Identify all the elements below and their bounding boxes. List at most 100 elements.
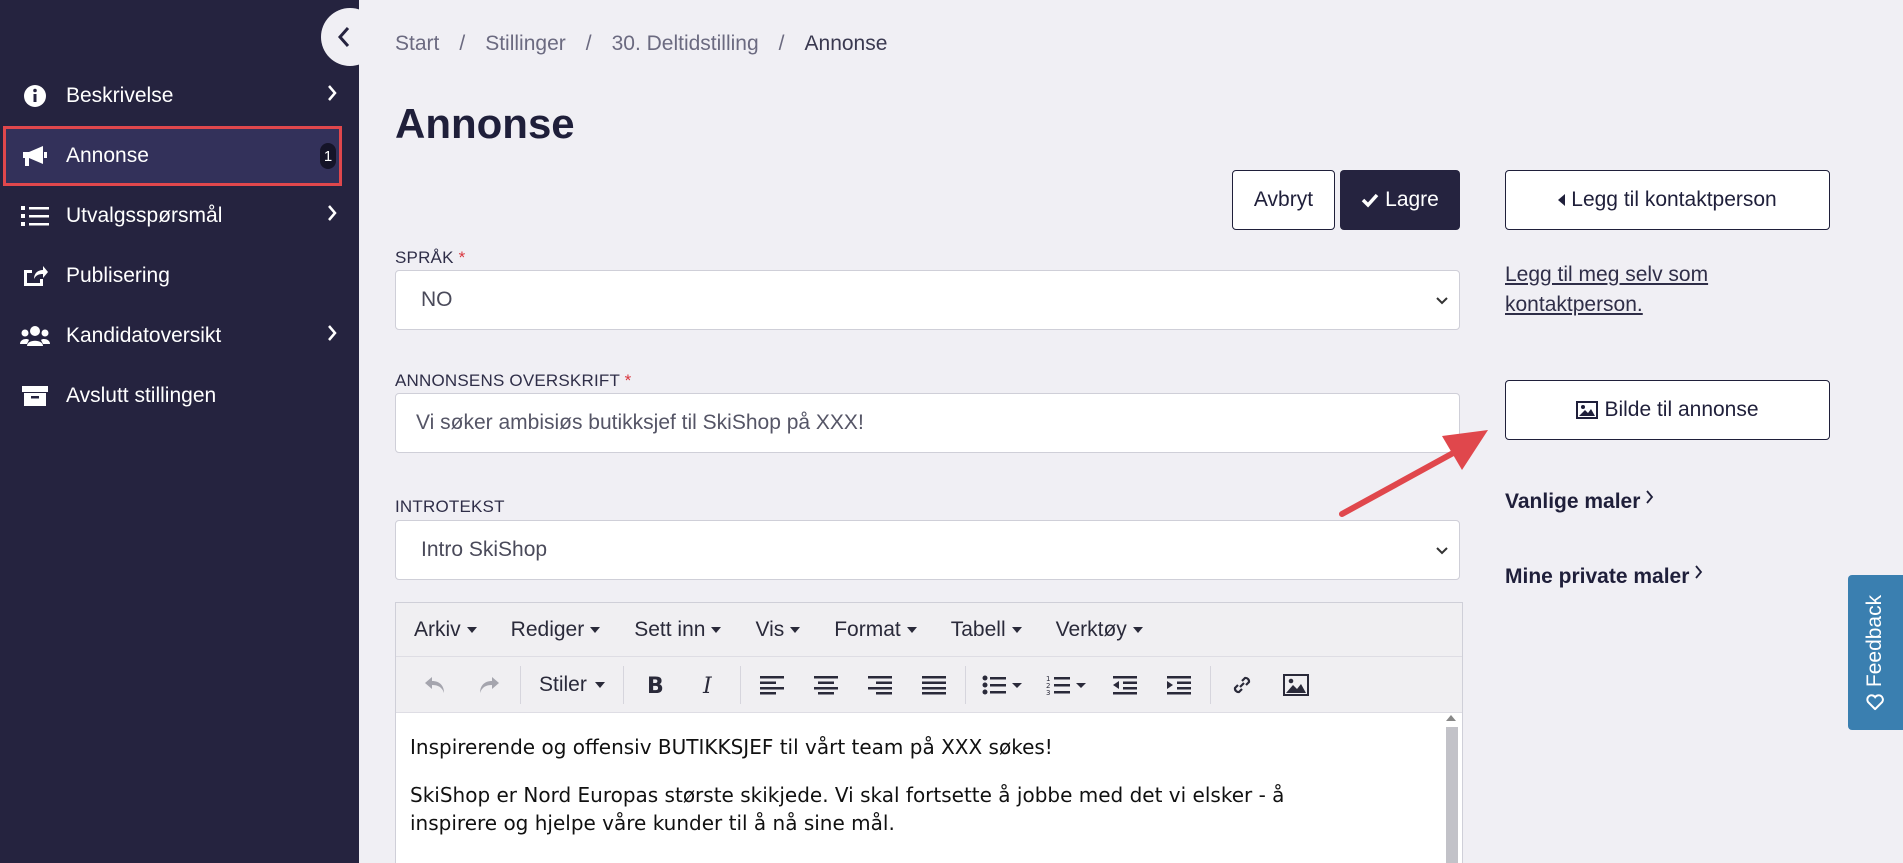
menu-verktoy[interactable]: Verktøy	[1056, 618, 1143, 642]
menu-format[interactable]: Format	[834, 618, 917, 642]
numbered-list-icon: 123	[1046, 675, 1086, 695]
editor-toolbar: Stiler B I 123	[396, 657, 1462, 713]
sidebar-item-kandidatoversikt[interactable]: Kandidatoversikt	[0, 306, 359, 366]
align-left-button[interactable]	[745, 657, 799, 713]
menu-label: Vis	[755, 617, 785, 641]
private-templates-label: Mine private maler	[1505, 565, 1690, 588]
redo-button[interactable]	[462, 657, 516, 713]
chevron-right-icon	[1695, 565, 1703, 579]
heart-icon	[1866, 693, 1885, 710]
bold-button[interactable]: B	[628, 657, 682, 713]
breadcrumb-item[interactable]: Start	[395, 32, 439, 56]
image-icon	[1576, 401, 1599, 419]
justify-button[interactable]	[907, 657, 961, 713]
svg-text:I: I	[702, 674, 713, 697]
language-label-text: SPRÅK	[395, 248, 454, 267]
styles-label: Stiler	[539, 672, 587, 696]
save-button[interactable]: Lagre	[1340, 170, 1460, 230]
align-justify-icon	[921, 675, 946, 694]
italic-button[interactable]: I	[682, 657, 736, 713]
menu-arkiv[interactable]: Arkiv	[414, 618, 477, 642]
menu-rediger[interactable]: Rediger	[511, 618, 601, 642]
editor-paragraph: SkiShop er Nord Europas største skikjede…	[410, 783, 1285, 835]
menu-label: Format	[834, 617, 901, 641]
chevron-down-icon	[1435, 288, 1449, 312]
chevron-right-icon	[327, 204, 337, 228]
align-left-icon	[759, 675, 784, 694]
toolbar-divider	[1209, 665, 1211, 704]
editor-paragraph: Inspirerende og offensiv BUTIKKSJEF til …	[410, 735, 1053, 759]
editor-content[interactable]: Inspirerende og offensiv BUTIKKSJEF til …	[396, 713, 1462, 837]
feedback-label: Feedback	[1863, 594, 1887, 687]
menu-tabell[interactable]: Tabell	[951, 618, 1022, 642]
caret-down-icon	[1132, 626, 1143, 633]
sidebar-item-avslutt[interactable]: Avslutt stillingen	[0, 366, 359, 426]
intro-label-text: INTROTEKST	[395, 497, 505, 516]
outdent-button[interactable]	[1098, 657, 1152, 713]
headline-label: ANNONSENS OVERSKRIFT *	[395, 371, 632, 391]
caret-down-icon	[594, 681, 605, 688]
indent-button[interactable]	[1152, 657, 1206, 713]
align-center-icon	[813, 675, 838, 694]
megaphone-icon	[20, 141, 50, 171]
headline-value: Vi søker ambisiøs butikksjef til SkiShop…	[416, 411, 864, 434]
caret-down-icon	[466, 626, 477, 633]
caret-down-icon	[1011, 626, 1022, 633]
link-button[interactable]	[1215, 657, 1269, 713]
styles-dropdown[interactable]: Stiler	[525, 673, 619, 697]
sidebar: Beskrivelse Annonse 1 Utvalgsspørsmål Pu…	[0, 0, 379, 863]
save-button-label: Lagre	[1385, 188, 1439, 211]
link-icon	[1233, 676, 1250, 693]
sidebar-item-label: Utvalgsspørsmål	[66, 204, 223, 227]
sidebar-item-publisering[interactable]: Publisering	[0, 246, 359, 306]
caret-down-icon	[906, 626, 917, 633]
editor-scrollbar[interactable]	[1446, 727, 1458, 863]
bullet-list-button[interactable]	[970, 657, 1034, 713]
undo-button[interactable]	[408, 657, 462, 713]
breadcrumb-item[interactable]: Stillinger	[485, 32, 566, 56]
sidebar-item-utvalgssporsmal[interactable]: Utvalgsspørsmål	[0, 186, 359, 246]
headline-input[interactable]: Vi søker ambisiøs butikksjef til SkiShop…	[395, 393, 1460, 453]
sidebar-item-annonse[interactable]: Annonse 1	[3, 126, 342, 186]
sidebar-collapse-button[interactable]	[321, 8, 379, 66]
sidebar-item-label: Annonse	[66, 144, 149, 167]
insert-image-button[interactable]	[1269, 657, 1323, 713]
caret-down-icon	[711, 626, 722, 633]
sidebar-item-beskrivelse[interactable]: Beskrivelse	[0, 66, 359, 126]
intro-label: INTROTEKST	[395, 497, 505, 517]
align-right-button[interactable]	[853, 657, 907, 713]
breadcrumb-current: Annonse	[804, 32, 888, 55]
indent-icon	[1166, 675, 1191, 694]
breadcrumb-item[interactable]: 30. Deltidstilling	[612, 32, 759, 56]
private-templates-link[interactable]: Mine private maler	[1505, 565, 1703, 589]
menu-sett-inn[interactable]: Sett inn	[634, 617, 722, 642]
required-mark: *	[624, 371, 632, 390]
share-icon	[20, 261, 50, 291]
menu-label: Rediger	[510, 617, 585, 641]
add-contact-label: Legg til kontaktperson	[1571, 188, 1777, 211]
toolbar-divider	[739, 665, 741, 704]
add-self-as-contact-link[interactable]: Legg til meg selv som kontaktperson.	[1505, 260, 1765, 320]
feedback-tab[interactable]: Feedback	[1848, 575, 1903, 730]
caret-left-icon	[1558, 194, 1566, 206]
bullet-list-icon	[982, 675, 1022, 694]
users-icon	[20, 321, 50, 351]
language-select[interactable]: NO	[395, 270, 1460, 330]
ad-image-button[interactable]: Bilde til annonse	[1505, 380, 1830, 440]
intro-select[interactable]: Intro SkiShop	[395, 520, 1460, 580]
common-templates-link[interactable]: Vanlige maler	[1505, 490, 1654, 514]
align-center-button[interactable]	[799, 657, 853, 713]
ad-image-label: Bilde til annonse	[1604, 398, 1759, 421]
add-contact-button[interactable]: Legg til kontaktperson	[1505, 170, 1830, 230]
language-label: SPRÅK *	[395, 248, 465, 268]
menu-vis[interactable]: Vis	[755, 617, 801, 642]
common-templates-label: Vanlige maler	[1505, 490, 1641, 513]
svg-text:B: B	[647, 674, 664, 697]
scroll-up-arrow[interactable]	[1446, 715, 1456, 721]
editor-menubar: Arkiv Rediger Sett inn Vis Format Tabell…	[396, 603, 1462, 657]
menu-label: Sett inn	[634, 617, 706, 641]
cancel-button[interactable]: Avbryt	[1232, 170, 1335, 230]
numbered-list-button[interactable]: 123	[1034, 657, 1098, 713]
breadcrumb-separator: /	[585, 32, 592, 55]
sidebar-item-label: Beskrivelse	[66, 84, 174, 107]
